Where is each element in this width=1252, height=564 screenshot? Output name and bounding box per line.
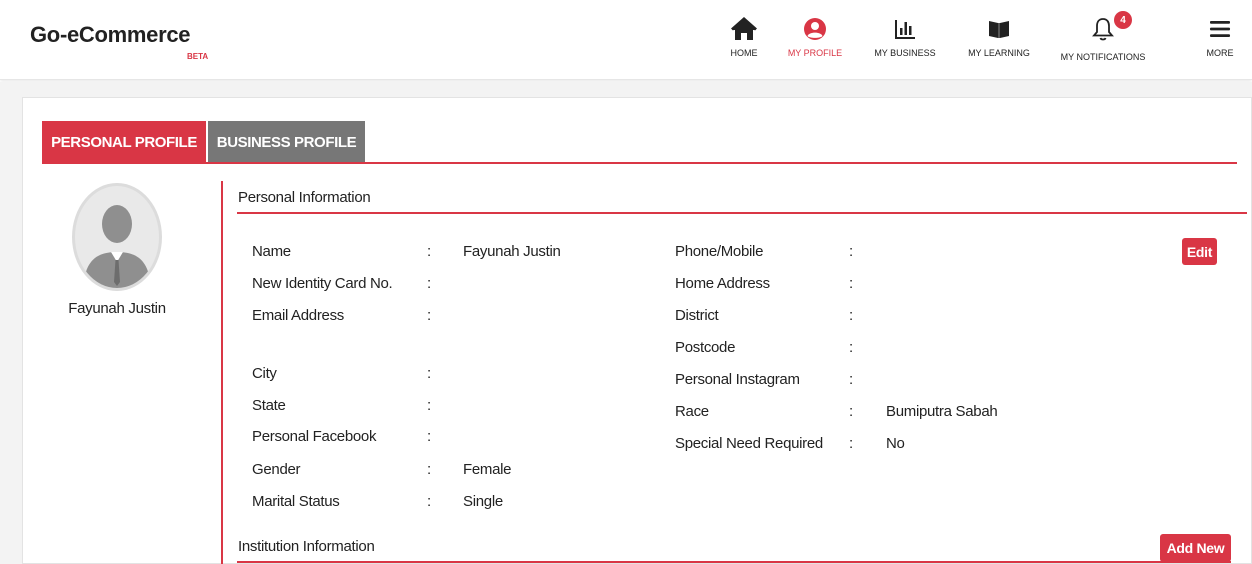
field-label-race: Race — [675, 403, 709, 420]
profile-card — [22, 97, 1252, 564]
colon: : — [849, 275, 854, 292]
field-label-city: City — [252, 365, 277, 382]
tab-business-profile[interactable]: BUSINESS PROFILE — [208, 121, 365, 163]
user-icon — [783, 14, 847, 44]
field-value-marital: Single — [463, 493, 503, 510]
field-label-home-address: Home Address — [675, 275, 770, 292]
field-label-facebook: Personal Facebook — [252, 428, 377, 445]
edit-button[interactable]: Edit — [1182, 238, 1217, 265]
bell-icon: 4 — [1056, 11, 1150, 44]
colon: : — [427, 428, 432, 445]
nav-label: HOME — [730, 48, 758, 58]
field-label-gender: Gender — [252, 461, 301, 478]
field-label-phone: Phone/Mobile — [675, 243, 764, 260]
notification-badge: 4 — [1114, 11, 1132, 29]
colon: : — [427, 461, 432, 478]
colon: : — [849, 339, 854, 356]
add-new-button[interactable]: Add New — [1160, 534, 1231, 562]
field-label-instagram: Personal Instagram — [675, 371, 800, 388]
colon: : — [427, 493, 432, 510]
top-navbar: Go-eCommerce BETA HOME MY PROFILE MY BUS… — [0, 0, 1252, 80]
book-icon — [963, 14, 1035, 44]
home-icon — [727, 14, 761, 44]
colon: : — [849, 371, 854, 388]
colon: : — [427, 397, 432, 414]
field-label-email: Email Address — [252, 307, 344, 324]
field-value-special-need: No — [886, 435, 905, 452]
tab-personal-profile[interactable]: PERSONAL PROFILE — [42, 121, 206, 163]
nav-label: MY PROFILE — [787, 48, 843, 58]
section-divider — [237, 561, 1231, 563]
tab-underline — [42, 162, 1237, 164]
colon: : — [427, 275, 432, 292]
bar-chart-icon — [869, 14, 941, 44]
field-label-name: Name — [252, 243, 291, 260]
field-label-district: District — [675, 307, 719, 324]
field-value-gender: Female — [463, 461, 512, 478]
field-label-state: State — [252, 397, 286, 414]
colon: : — [849, 403, 854, 420]
institution-info-title: Institution Information — [238, 538, 375, 555]
field-value-name: Fayunah Justin — [463, 243, 561, 260]
field-label-marital: Marital Status — [252, 493, 340, 510]
colon: : — [849, 307, 854, 324]
nav-my-learning[interactable]: MY LEARNING — [963, 14, 1035, 58]
nav-label: MY BUSINESS — [874, 48, 936, 58]
colon: : — [849, 435, 854, 452]
field-value-race: Bumiputra Sabah — [886, 403, 998, 420]
nav-label: MORE — [1206, 48, 1234, 58]
brand-logo[interactable]: Go-eCommerce — [30, 22, 191, 48]
nav-more[interactable]: MORE — [1203, 14, 1237, 58]
nav-label: MY NOTIFICATIONS — [1060, 52, 1146, 62]
nav-my-profile[interactable]: MY PROFILE — [783, 14, 847, 58]
field-label-ic: New Identity Card No. — [252, 275, 393, 292]
personal-info-title: Personal Information — [238, 189, 371, 206]
nav-label: MY LEARNING — [968, 48, 1030, 58]
beta-tag: BETA — [187, 52, 209, 61]
section-divider — [237, 212, 1247, 214]
field-label-special-need: Special Need Required — [675, 435, 823, 452]
nav-my-business[interactable]: MY BUSINESS — [869, 14, 941, 58]
profile-name: Fayunah Justin — [68, 300, 166, 317]
colon: : — [427, 307, 432, 324]
colon: : — [427, 365, 432, 382]
nav-my-notifications[interactable]: 4 MY NOTIFICATIONS — [1056, 11, 1150, 62]
colon: : — [849, 243, 854, 260]
column-divider — [221, 181, 223, 564]
menu-icon — [1203, 14, 1237, 44]
avatar — [72, 183, 162, 291]
colon: : — [427, 243, 432, 260]
nav-home[interactable]: HOME — [727, 14, 761, 58]
field-label-postcode: Postcode — [675, 339, 736, 356]
